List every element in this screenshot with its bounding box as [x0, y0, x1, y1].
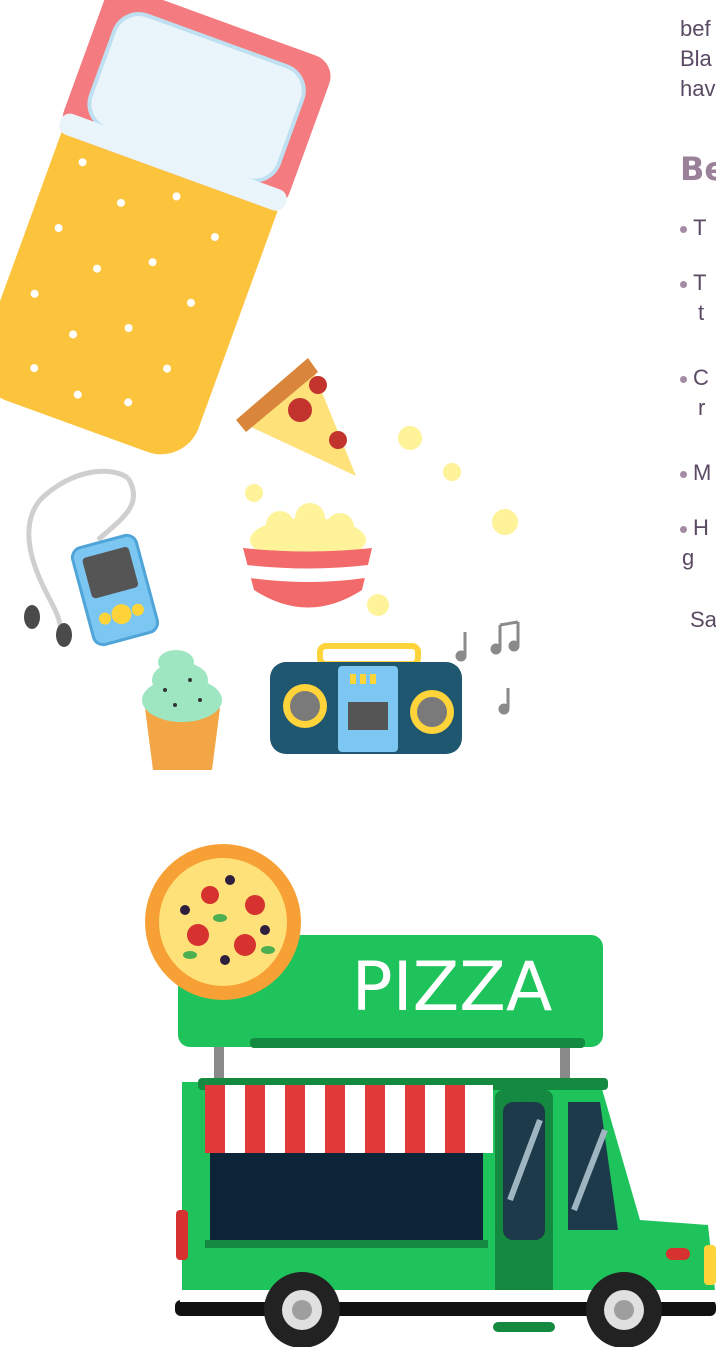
- illustration-canvas: PIZZA: [0, 0, 716, 1347]
- pizza-truck-illustration: PIZZA: [145, 844, 716, 1347]
- truck-sign-text: PIZZA: [352, 948, 553, 1027]
- cupcake-icon: [142, 650, 222, 770]
- music-notes-icon: [455, 620, 520, 715]
- pizza-slice-icon: [236, 358, 356, 476]
- popcorn-bowl-icon: [243, 503, 372, 608]
- truck-awning: [205, 1085, 493, 1153]
- boombox-icon: [270, 643, 462, 754]
- mp3-player-icon: [24, 468, 160, 647]
